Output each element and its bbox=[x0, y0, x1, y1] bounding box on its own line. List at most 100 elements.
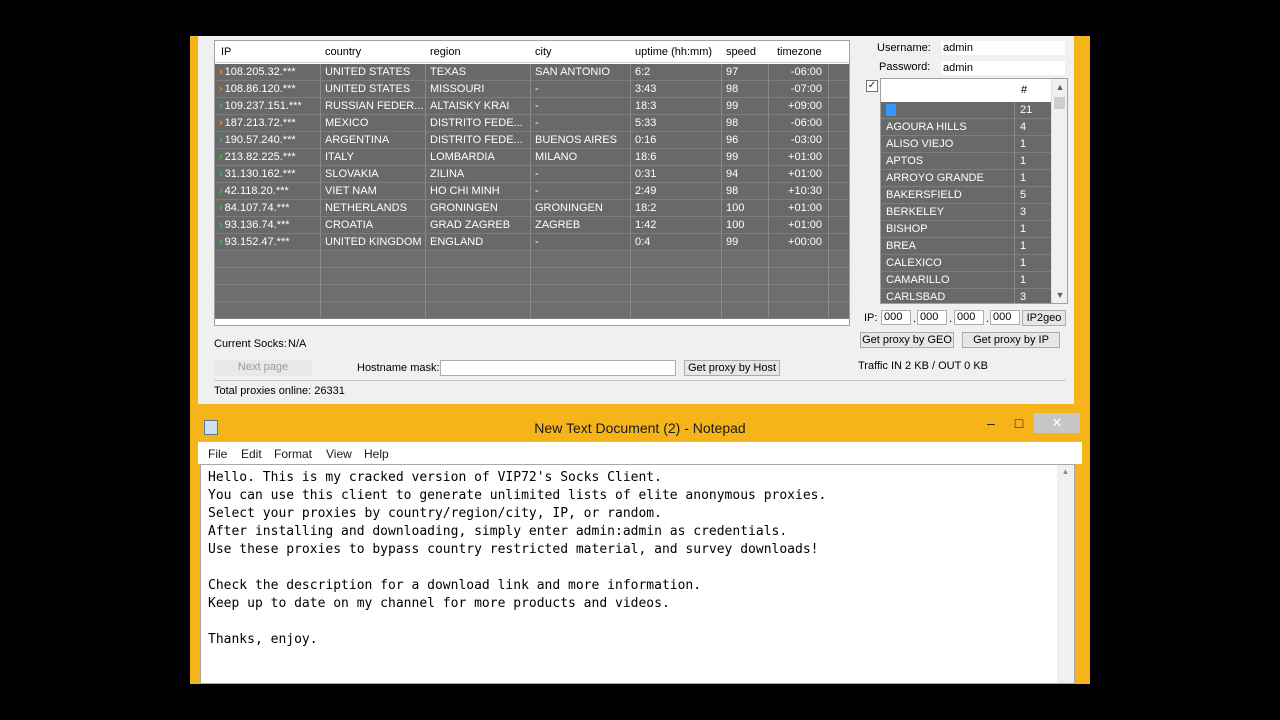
ip-text: 109.237.151.*** bbox=[224, 100, 302, 112]
col-header-ip[interactable]: IP bbox=[221, 46, 231, 58]
col-header-speed[interactable]: speed bbox=[726, 46, 756, 58]
cell-ip: › 190.57.240.*** bbox=[215, 132, 321, 149]
cell-city: - bbox=[531, 98, 631, 115]
col-header-timezone[interactable]: timezone bbox=[777, 46, 822, 58]
geo-list-item[interactable]: CALEXICO 1 bbox=[881, 255, 1053, 272]
menu-help[interactable]: Help bbox=[364, 447, 389, 461]
cell-uptime: 18:3 bbox=[631, 98, 722, 115]
next-page-button[interactable]: Next page bbox=[214, 360, 312, 376]
geo-list-item[interactable]: BAKERSFIELD 5 bbox=[881, 187, 1053, 204]
status-arrow-icon: › bbox=[219, 151, 223, 163]
menu-format[interactable]: Format bbox=[274, 447, 312, 461]
empty-cell bbox=[531, 251, 631, 268]
notepad-text-area[interactable]: Hello. This is my cracked version of VIP… bbox=[200, 464, 1075, 684]
geo-list-scrollbar[interactable]: ▲ ▼ bbox=[1051, 79, 1067, 303]
username-label: Username: bbox=[877, 42, 931, 54]
table-row[interactable]: › 31.130.162.*** SLOVAKIA ZILINA -0:31 94 +01:… bbox=[215, 166, 849, 183]
geo-count-header[interactable]: # bbox=[1021, 84, 1027, 96]
geo-list-item[interactable]: ALISO VIEJO 1 bbox=[881, 136, 1053, 153]
cell-tz: +09:00 bbox=[769, 98, 829, 115]
geo-filter-checkbox[interactable]: ✓ bbox=[866, 80, 878, 92]
table-row[interactable]: › 93.136.74.*** CROATIA GRAD ZAGREB ZAGREB 1:… bbox=[215, 217, 849, 234]
ip2geo-button[interactable]: IP2geo bbox=[1022, 310, 1066, 326]
geo-list-item[interactable]: AGOURA HILLS 4 bbox=[881, 119, 1053, 136]
empty-row bbox=[215, 285, 849, 302]
total-proxies-status: Total proxies online: 26331 bbox=[214, 385, 345, 397]
table-row[interactable]: › 84.107.74.*** NETHERLANDS GRONINGEN GRONIN… bbox=[215, 200, 849, 217]
cell-speed: 98 bbox=[722, 81, 769, 98]
scroll-thumb[interactable] bbox=[1054, 97, 1065, 109]
text-line: Check the description for a download lin… bbox=[208, 578, 702, 593]
col-header-uptime[interactable]: uptime (hh:mm) bbox=[635, 46, 712, 58]
table-row[interactable]: › 42.118.20.*** VIET NAM HO CHI MINH -2:49 98… bbox=[215, 183, 849, 200]
col-header-country[interactable]: country bbox=[325, 46, 361, 58]
empty-cell bbox=[769, 268, 829, 285]
table-row[interactable]: › 187.213.72.*** MEXICO DISTRITO FEDE... -5:… bbox=[215, 115, 849, 132]
geo-city-name: CAMARILLO bbox=[881, 272, 1015, 289]
scroll-down-icon[interactable]: ▼ bbox=[1052, 288, 1067, 302]
geo-list-item[interactable]: 21 bbox=[881, 102, 1053, 119]
menu-view[interactable]: View bbox=[326, 447, 352, 461]
cell-ip: › 109.237.151.*** bbox=[215, 98, 321, 115]
proxy-grid[interactable]: IP country region city uptime (hh:mm) sp… bbox=[214, 40, 850, 326]
cell-filler bbox=[829, 132, 849, 149]
ip-octet-4[interactable]: 000 bbox=[990, 310, 1020, 325]
cell-city: - bbox=[531, 234, 631, 251]
geo-city-count: 21 bbox=[1015, 102, 1053, 119]
table-row[interactable]: › 213.82.225.*** ITALY LOMBARDIA MILANO 18:6 9… bbox=[215, 149, 849, 166]
cell-region: LOMBARDIA bbox=[426, 149, 531, 166]
get-proxy-by-ip-button[interactable]: Get proxy by IP bbox=[962, 332, 1060, 348]
cell-ip: › 84.107.74.*** bbox=[215, 200, 321, 217]
geo-list-item[interactable]: CAMARILLO 1 bbox=[881, 272, 1053, 289]
geo-list-item[interactable]: BREA 1 bbox=[881, 238, 1053, 255]
text-line bbox=[201, 559, 1074, 577]
cell-region: MISSOURI bbox=[426, 81, 531, 98]
geo-list-item[interactable]: CARLSBAD 3 bbox=[881, 289, 1053, 303]
col-header-region[interactable]: region bbox=[430, 46, 461, 58]
password-field[interactable]: admin bbox=[940, 60, 1066, 76]
menu-edit[interactable]: Edit bbox=[241, 447, 262, 461]
table-row[interactable]: › 108.86.120.*** UNITED STATES MISSOURI -3:4… bbox=[215, 81, 849, 98]
notepad-scrollbar[interactable]: ▲ bbox=[1057, 465, 1074, 683]
hostname-mask-input[interactable] bbox=[440, 360, 676, 376]
cell-speed: 99 bbox=[722, 149, 769, 166]
empty-cell bbox=[426, 251, 531, 268]
cell-country: ITALY bbox=[321, 149, 426, 166]
geo-city-list[interactable]: # 21 AGOURA HILLS 4 ALISO VIEJO 1 APTOS 1 ARROY… bbox=[880, 78, 1068, 304]
ip-octet-2[interactable]: 000 bbox=[917, 310, 947, 325]
geo-list-item[interactable]: BISHOP 1 bbox=[881, 221, 1053, 238]
cell-country: NETHERLANDS bbox=[321, 200, 426, 217]
scroll-up-icon[interactable]: ▲ bbox=[1052, 80, 1067, 94]
table-row[interactable]: › 109.237.151.*** RUSSIAN FEDER... ALTAISKY… bbox=[215, 98, 849, 115]
notepad-titlebar[interactable]: New Text Document (2) - Notepad – □ ✕ bbox=[190, 412, 1090, 442]
geo-city-count: 5 bbox=[1015, 187, 1053, 204]
cell-uptime: 0:31 bbox=[631, 166, 722, 183]
cell-tz: +01:00 bbox=[769, 149, 829, 166]
ip-octet-3[interactable]: 000 bbox=[954, 310, 984, 325]
geo-list-item[interactable]: ARROYO GRANDE 1 bbox=[881, 170, 1053, 187]
table-row[interactable]: › 93.152.47.*** UNITED KINGDOM ENGLAND -0:4 9… bbox=[215, 234, 849, 251]
cell-tz: -07:00 bbox=[769, 81, 829, 98]
table-row[interactable]: › 190.57.240.*** ARGENTINA DISTRITO FEDE...… bbox=[215, 132, 849, 149]
col-header-city[interactable]: city bbox=[535, 46, 552, 58]
ip-text: 187.213.72.*** bbox=[224, 117, 296, 129]
geo-list-item[interactable]: APTOS 1 bbox=[881, 153, 1053, 170]
empty-cell bbox=[829, 285, 849, 302]
username-field[interactable]: admin bbox=[940, 40, 1066, 56]
get-proxy-by-host-button[interactable]: Get proxy by Host bbox=[684, 360, 780, 376]
geo-city-name: ALISO VIEJO bbox=[881, 136, 1015, 153]
get-proxy-by-geo-button[interactable]: Get proxy by GEO bbox=[860, 332, 954, 348]
maximize-icon[interactable]: □ bbox=[1006, 413, 1032, 433]
cell-tz: -06:00 bbox=[769, 64, 829, 81]
empty-row bbox=[215, 251, 849, 268]
close-icon[interactable]: ✕ bbox=[1034, 413, 1080, 433]
scroll-up-icon[interactable]: ▲ bbox=[1057, 467, 1074, 476]
minimize-icon[interactable]: – bbox=[978, 413, 1004, 433]
geo-list-item[interactable]: BERKELEY 3 bbox=[881, 204, 1053, 221]
table-row[interactable]: › 108.205.32.*** UNITED STATES TEXAS SAN ANT… bbox=[215, 64, 849, 81]
ip-octet-1[interactable]: 000 bbox=[881, 310, 911, 325]
menu-file[interactable]: File bbox=[208, 447, 227, 461]
cell-filler bbox=[829, 149, 849, 166]
geo-city-count: 1 bbox=[1015, 153, 1053, 170]
selection-highlight bbox=[886, 104, 896, 117]
